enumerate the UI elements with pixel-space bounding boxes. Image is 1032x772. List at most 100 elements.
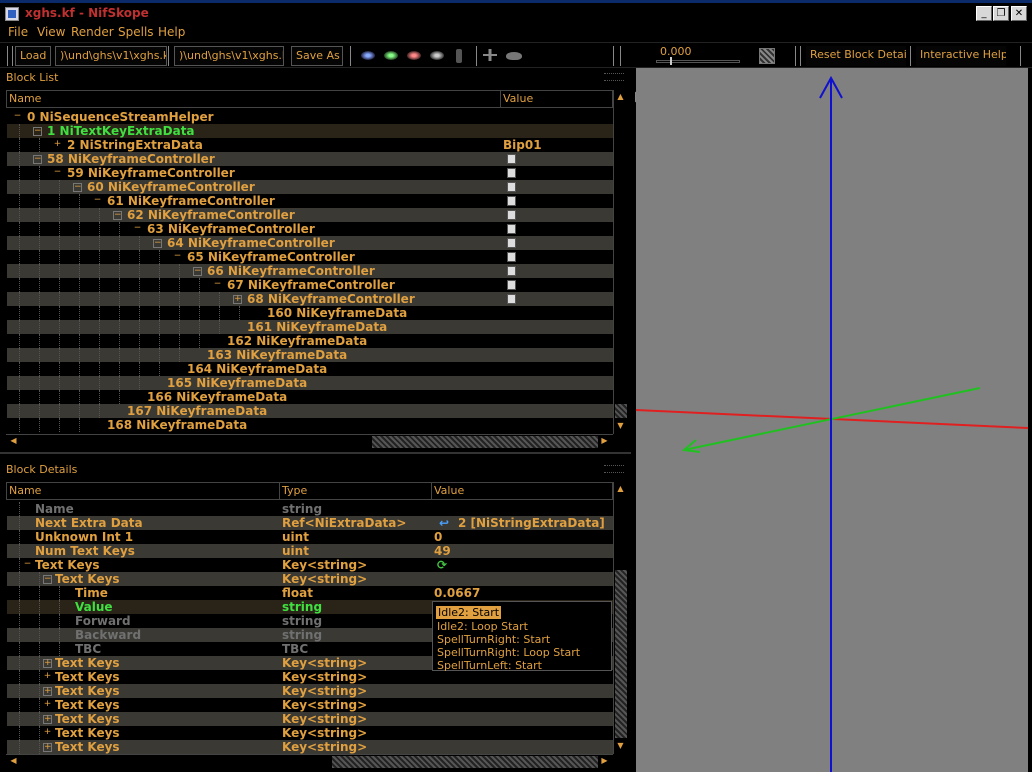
- detail-row[interactable]: + Text Keys Key<string>: [7, 712, 613, 726]
- tree-row[interactable]: 161 NiKeyframeData: [7, 320, 613, 334]
- tree-row[interactable]: −62 NiKeyframeController: [7, 208, 613, 222]
- detail-row[interactable]: + Text Keys Key<string>: [7, 698, 613, 712]
- tree-row[interactable]: −58 NiKeyframeController: [7, 152, 613, 166]
- tree-row[interactable]: 165 NiKeyframeData: [7, 376, 613, 390]
- tree-row[interactable]: 163 NiKeyframeData: [7, 348, 613, 362]
- tree-row[interactable]: −0 NiSequenceStreamHelper: [7, 110, 613, 124]
- interactive-help-button[interactable]: Interactive Help: [916, 46, 1006, 66]
- maximize-button[interactable]: ❐: [993, 6, 1009, 21]
- dropdown-option[interactable]: Idle2: Start: [436, 606, 502, 619]
- block-details-hscrollbar[interactable]: ◀ ▶: [6, 754, 613, 768]
- scroll-thumb[interactable]: [372, 436, 598, 448]
- field-value[interactable]: 2 [NiStringExtraData]: [458, 516, 605, 530]
- tree-row[interactable]: −60 NiKeyframeController: [7, 180, 613, 194]
- menu-spells[interactable]: Spells: [118, 25, 154, 39]
- menu-render[interactable]: Render: [71, 25, 114, 39]
- detail-row[interactable]: − Text Keys Key<string> ⟳: [7, 558, 613, 572]
- toolbar-grip[interactable]: [1020, 46, 1023, 66]
- scroll-down-icon[interactable]: ▼: [615, 421, 626, 431]
- scroll-left-icon[interactable]: ◀: [8, 756, 19, 766]
- view-front-icon[interactable]: [384, 51, 398, 60]
- scroll-left-icon[interactable]: ◀: [8, 436, 19, 446]
- time-slider[interactable]: [656, 57, 740, 65]
- tree-expander-icon[interactable]: +: [43, 715, 52, 724]
- scroll-thumb[interactable]: [615, 570, 627, 738]
- axes-icon[interactable]: [483, 49, 497, 61]
- field-value[interactable]: 0: [434, 530, 442, 544]
- tree-row[interactable]: −64 NiKeyframeController: [7, 236, 613, 250]
- tree-expander-icon[interactable]: −: [193, 267, 202, 276]
- view-user-icon[interactable]: [430, 51, 444, 60]
- tree-expander-icon[interactable]: −: [113, 211, 122, 220]
- tree-expander-icon[interactable]: +: [43, 700, 52, 710]
- tree-row[interactable]: −65 NiKeyframeController: [7, 250, 613, 264]
- refresh-icon[interactable]: ⟳: [437, 558, 447, 572]
- detail-row[interactable]: Unknown Int 1 uint 0: [7, 530, 613, 544]
- column-header-name[interactable]: Name: [7, 483, 280, 499]
- toolbar-grip[interactable]: [7, 46, 13, 66]
- main-splitter[interactable]: [631, 68, 635, 772]
- detail-row[interactable]: − Text Keys Key<string>: [7, 572, 613, 586]
- scroll-up-icon[interactable]: ▲: [615, 484, 626, 494]
- menu-view[interactable]: View: [37, 25, 65, 39]
- tree-expander-icon[interactable]: −: [173, 252, 182, 262]
- tree-expander-icon[interactable]: +: [43, 672, 52, 682]
- tree-expander-icon[interactable]: −: [33, 127, 42, 136]
- dropdown-option[interactable]: SpellTurnRight: Start: [437, 633, 550, 646]
- reset-block-details-button[interactable]: Reset Block Details: [806, 46, 906, 66]
- block-list-hscrollbar[interactable]: ◀ ▶: [6, 434, 613, 448]
- detail-row[interactable]: Time float 0.0667: [7, 586, 613, 600]
- tree-expander-icon[interactable]: −: [23, 560, 32, 570]
- tree-expander-icon[interactable]: −: [73, 183, 82, 192]
- load-path-input[interactable]: )\und\ghs\v1\xghs.kf: [55, 46, 167, 66]
- tree-expander-icon[interactable]: +: [43, 728, 52, 738]
- walk-icon[interactable]: [456, 49, 462, 63]
- panel-float-icon[interactable]: [604, 73, 624, 81]
- tree-expander-icon[interactable]: +: [43, 659, 52, 668]
- tree-row[interactable]: −59 NiKeyframeController: [7, 166, 613, 180]
- block-details-vscrollbar[interactable]: ▲ ▼: [613, 482, 627, 754]
- tree-row[interactable]: −1 NiTextKeyExtraData: [7, 124, 613, 138]
- panel-splitter[interactable]: [0, 452, 631, 454]
- detail-row[interactable]: Name string: [7, 502, 613, 516]
- view-top-icon[interactable]: [361, 51, 375, 60]
- detail-row[interactable]: Num Text Keys uint 49: [7, 544, 613, 558]
- toolbar-grip[interactable]: [800, 46, 803, 66]
- link-icon[interactable]: ↩: [439, 516, 449, 530]
- tree-row[interactable]: 162 NiKeyframeData: [7, 334, 613, 348]
- tree-expander-icon[interactable]: +: [53, 140, 62, 150]
- tree-row[interactable]: −63 NiKeyframeController: [7, 222, 613, 236]
- tree-expander-icon[interactable]: −: [93, 196, 102, 206]
- tree-row[interactable]: 166 NiKeyframeData: [7, 390, 613, 404]
- field-value[interactable]: 0.0667: [434, 586, 480, 600]
- scroll-right-icon[interactable]: ▶: [599, 756, 610, 766]
- tree-expander-icon[interactable]: −: [153, 239, 162, 248]
- tree-expander-icon[interactable]: −: [133, 224, 142, 234]
- render-viewport[interactable]: [635, 68, 1029, 772]
- tree-expander-icon[interactable]: −: [213, 280, 222, 290]
- save-as-button[interactable]: Save As: [291, 46, 343, 66]
- tree-row[interactable]: 168 NiKeyframeData: [7, 418, 613, 432]
- column-header-name[interactable]: Name: [7, 91, 501, 107]
- view-side-icon[interactable]: [407, 51, 421, 60]
- load-button[interactable]: Load: [15, 46, 51, 66]
- value-dropdown-list[interactable]: Idle2: Start Idle2: Loop Start SpellTurn…: [432, 601, 612, 672]
- block-list-vscrollbar[interactable]: ▲ ▼: [613, 90, 627, 434]
- tree-expander-icon[interactable]: +: [43, 687, 52, 696]
- tree-row[interactable]: +2 NiStringExtraData Bip01: [7, 138, 613, 152]
- minimize-button[interactable]: _: [976, 6, 992, 21]
- tree-row[interactable]: 160 NiKeyframeData: [7, 306, 613, 320]
- detail-row[interactable]: Next Extra Data Ref<NiExtraData> ↩ 2 [NiStr…: [7, 516, 613, 530]
- tree-expander-icon[interactable]: +: [43, 743, 52, 752]
- tree-row[interactable]: 164 NiKeyframeData: [7, 362, 613, 376]
- tree-expander-icon[interactable]: −: [33, 155, 42, 164]
- detail-row[interactable]: + Text Keys Key<string>: [7, 740, 613, 754]
- dropdown-option[interactable]: Idle2: Loop Start: [437, 620, 528, 633]
- tree-expander-icon[interactable]: −: [13, 112, 22, 122]
- detail-row[interactable]: + Text Keys Key<string>: [7, 726, 613, 740]
- save-path-input[interactable]: )\und\ghs\v1\xghs.kf: [174, 46, 284, 66]
- scroll-right-icon[interactable]: ▶: [599, 436, 610, 446]
- column-header-value[interactable]: Value: [501, 91, 612, 107]
- tree-row[interactable]: 167 NiKeyframeData: [7, 404, 613, 418]
- tree-row[interactable]: −67 NiKeyframeController: [7, 278, 613, 292]
